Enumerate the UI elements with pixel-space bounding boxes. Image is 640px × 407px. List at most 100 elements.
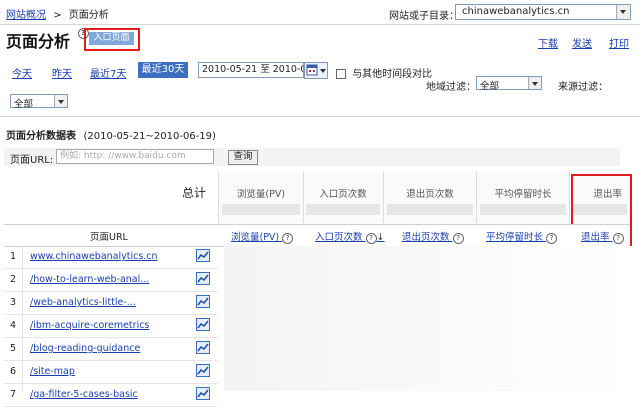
site-selector-label: 网站或子目录： — [389, 11, 459, 22]
summary-avg-time: 平均停留时长 — [477, 171, 570, 223]
chevron-down-icon[interactable] — [616, 5, 630, 19]
tab-yesterday[interactable]: 昨天 — [52, 65, 72, 80]
help-circle-icon[interactable]: ? — [546, 233, 558, 244]
breadcrumb-current: 页面分析 — [68, 10, 109, 21]
table-body: 1 www.chinawebanalytics.cn 2/how-to-learn… — [4, 246, 218, 407]
summary-block: 总计 — [4, 171, 218, 223]
row-number: 6 — [10, 366, 17, 377]
trend-chart-icon[interactable] — [196, 318, 210, 331]
column-header-avg-time-label: 平均停留时长 — [486, 232, 544, 243]
summary-entries-bar — [306, 204, 380, 215]
summary-pv: 浏览量(PV) — [218, 171, 304, 223]
summary-entries: 入口页次数 — [303, 171, 384, 223]
region-filter-label: 地域过滤： — [426, 82, 476, 93]
trend-chart-icon[interactable] — [196, 341, 210, 354]
table-row: 7/ga-filter-5-cases-basic — [4, 384, 218, 407]
row-number: 5 — [10, 343, 17, 354]
table-header-row: 页面URL 浏览量(PV) ? 入口页次数 ? ↓ 退出页次数 ? 平均停留时长 … — [4, 224, 630, 247]
summary-exits-bar — [387, 204, 473, 215]
column-header-exit-rate-label: 退出率 — [581, 232, 610, 243]
help-circle-icon[interactable]: ? — [612, 233, 624, 244]
summary-total-label: 总计 — [181, 186, 206, 200]
help-circle-icon[interactable]: ? — [282, 233, 294, 244]
summary-avg-time-bar — [480, 204, 566, 215]
help-circle-icon[interactable]: ? — [365, 233, 377, 244]
trend-chart-icon[interactable] — [196, 387, 210, 400]
chevron-down-icon[interactable] — [528, 77, 541, 89]
column-header-url: 页面URL — [90, 232, 128, 243]
breadcrumb-separator: > — [53, 10, 62, 21]
region-filter-select[interactable]: 全部 — [476, 76, 542, 92]
row-url-link[interactable]: /site-map — [30, 366, 75, 377]
entry-page-button[interactable]: 入口页面 — [89, 32, 134, 45]
source-filter-label: 来源过滤： — [558, 82, 608, 93]
table-row: 4/ibm-acquire-coremetrics — [4, 315, 218, 338]
divider — [0, 116, 640, 117]
column-header-exit-rate[interactable]: 退出率 ? — [581, 229, 624, 244]
tab-last-30-days[interactable]: 最近30天 — [138, 62, 188, 78]
summary-entries-label: 入口页次数 — [319, 189, 367, 200]
url-filter-label: 页面URL: — [10, 155, 54, 166]
tab-today[interactable]: 今天 — [12, 65, 32, 80]
date-range-input[interactable]: 2010-05-21 至 2010-06-19 — [198, 62, 304, 78]
send-link[interactable]: 发送 — [572, 35, 592, 50]
chevron-down-icon[interactable] — [54, 95, 67, 107]
page-title: 页面分析 ? — [6, 28, 89, 52]
url-filter-input[interactable]: 例如: http: //www.baidu.com — [56, 149, 214, 164]
compare-label: 与其他时间段对比 — [352, 69, 433, 80]
column-header-avg-time[interactable]: 平均停留时长 ? — [486, 229, 558, 244]
download-link[interactable]: 下载 — [538, 35, 558, 50]
column-header-pv-label: 浏览量(PV) — [231, 232, 280, 243]
summary-exits-label: 退出页次数 — [406, 189, 454, 200]
column-header-exits[interactable]: 退出页次数 ? — [402, 229, 464, 244]
data-loading-area — [224, 246, 630, 391]
help-circle-icon[interactable]: ? — [452, 233, 464, 244]
compare-checkbox[interactable] — [336, 69, 346, 79]
table-row: 6/site-map — [4, 361, 218, 384]
column-header-exits-label: 退出页次数 — [402, 232, 450, 243]
sort-desc-arrow-icon[interactable]: ↓ — [377, 232, 385, 243]
query-button[interactable]: 查询 — [228, 150, 258, 165]
site-selector-dropdown[interactable]: chinawebanalytics.cn — [455, 4, 631, 20]
row-url-link[interactable]: /how-to-learn-web-anal... — [30, 274, 149, 285]
table-title-text: 页面分析数据表 — [6, 131, 76, 142]
row-url-link[interactable]: www.chinawebanalytics.cn — [30, 251, 158, 262]
row-number: 3 — [10, 297, 17, 308]
print-link[interactable]: 打印 — [609, 35, 629, 50]
table-row: 5/blog-reading-guidance — [4, 338, 218, 361]
table-row: 2/how-to-learn-web-anal... — [4, 269, 218, 292]
source-filter-select[interactable]: 全部 — [10, 94, 68, 110]
table-title: 页面分析数据表 (2010-05-21~2010-06-19) — [6, 127, 216, 142]
summary-pv-label: 浏览量(PV) — [236, 189, 286, 200]
trend-chart-icon[interactable] — [196, 272, 210, 285]
column-header-entries[interactable]: 入口页次数 ? ↓ — [315, 229, 385, 244]
breadcrumb: 网站概况 > 页面分析 — [6, 6, 109, 21]
row-url-link[interactable]: /ibm-acquire-coremetrics — [30, 320, 149, 331]
calendar-icon[interactable] — [304, 62, 328, 79]
row-number: 4 — [10, 320, 17, 331]
row-number: 1 — [10, 251, 17, 262]
table-row: 1 www.chinawebanalytics.cn — [4, 246, 218, 269]
summary-pv-bar — [222, 204, 300, 215]
page-title-text: 页面分析 — [6, 32, 71, 51]
row-number: 2 — [10, 274, 17, 285]
column-divider — [22, 246, 23, 391]
summary-avg-time-label: 平均停留时长 — [494, 189, 552, 200]
summary-metrics: 浏览量(PV) 入口页次数 退出页次数 平均停留时长 退出率 — [218, 171, 630, 223]
row-url-link[interactable]: /web-analytics-little-... — [30, 297, 136, 308]
column-header-pv[interactable]: 浏览量(PV) ? — [231, 229, 294, 244]
trend-chart-icon[interactable] — [196, 249, 210, 262]
table-date-range: (2010-05-21~2010-06-19) — [83, 131, 216, 142]
tab-last-7-days[interactable]: 最近7天 — [90, 65, 126, 80]
entry-page-highlight: 入口页面 — [84, 28, 140, 51]
breadcrumb-home-link[interactable]: 网站概况 — [6, 10, 46, 21]
source-filter-value: 全部 — [14, 99, 34, 110]
summary-exits: 退出页次数 — [384, 171, 477, 223]
site-selector-value: chinawebanalytics.cn — [462, 6, 570, 17]
compare-period[interactable]: 与其他时间段对比 — [336, 65, 432, 80]
trend-chart-icon[interactable] — [196, 295, 210, 308]
row-url-link[interactable]: /blog-reading-guidance — [30, 343, 140, 354]
region-filter-value: 全部 — [480, 81, 500, 92]
trend-chart-icon[interactable] — [196, 364, 210, 377]
column-header-entries-label: 入口页次数 — [315, 232, 363, 243]
